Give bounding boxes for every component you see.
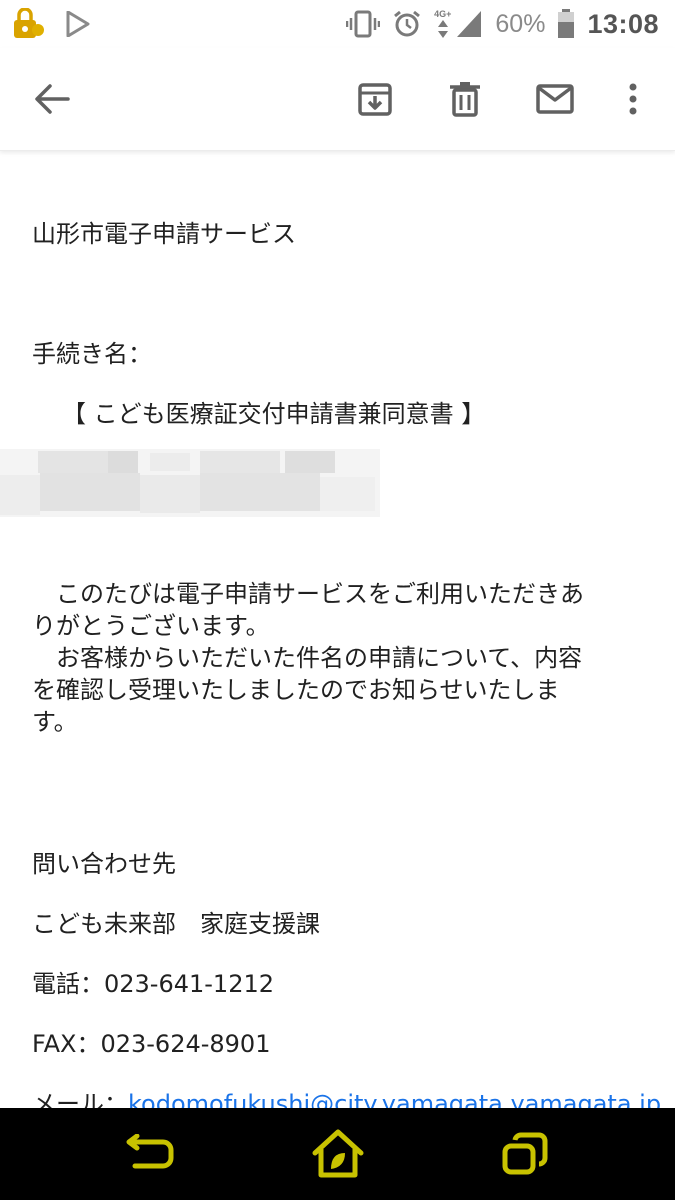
status-bar-system: 4G+ 60% 13:08 <box>346 6 659 42</box>
body-line: を確認し受理いたしましたのでお知らせいたしま <box>32 676 560 704</box>
redacted-area <box>0 449 380 517</box>
service-name: 山形市電子申請サービス <box>32 220 296 248</box>
status-bar-notifications <box>12 8 90 40</box>
nav-back-icon <box>126 1134 174 1169</box>
alarm-icon <box>392 9 422 39</box>
play-store-icon <box>66 11 90 37</box>
contact-mail: メール：kodomofukushi@city.yamagata.yamagata… <box>32 1088 661 1108</box>
email-body[interactable]: 山形市電子申請サービス 手続き名： 【 こども医療証交付申請書兼同意書 】 この… <box>0 151 675 1108</box>
contact-department: こども未来部 家庭支援課 <box>32 910 320 938</box>
mark-unread-button[interactable] <box>529 73 581 125</box>
more-vert-icon <box>629 83 637 115</box>
body-line: す。 <box>32 708 78 736</box>
data-arrows-icon <box>437 20 448 38</box>
contact-phone[interactable]: 電話：023-641-1212 <box>32 968 274 1000</box>
nav-home-button[interactable] <box>308 1126 368 1182</box>
vibrate-icon <box>346 10 381 38</box>
body-line: りがとうございます。 <box>32 612 270 640</box>
contact-fax: FAX：023-624-8901 <box>32 1030 271 1058</box>
body-line: このたびは電子申請サービスをご利用いただきあ <box>32 580 584 608</box>
network-type-label: 4G+ <box>434 9 452 19</box>
body-line: お客様からいただいた件名の申請について、内容 <box>32 644 583 672</box>
delete-button[interactable] <box>439 73 491 125</box>
nav-recents-button[interactable] <box>495 1126 555 1182</box>
trash-icon <box>450 82 480 117</box>
mail-label: メール： <box>32 1090 128 1108</box>
lock-app-icon <box>12 8 46 40</box>
back-button[interactable] <box>26 73 78 125</box>
network-signal: 4G+ <box>434 9 483 39</box>
mail-icon <box>536 84 574 114</box>
battery-icon <box>557 9 575 39</box>
nav-back-button[interactable] <box>120 1126 180 1182</box>
navigation-bar <box>0 1108 675 1200</box>
battery-percent: 60% <box>495 9 546 38</box>
signal-icon <box>457 11 482 37</box>
archive-button[interactable] <box>349 73 401 125</box>
procedure-name: 【 こども医療証交付申請書兼同意書 】 <box>62 400 486 428</box>
nav-recents-icon <box>502 1132 548 1175</box>
mail-address-link[interactable]: kodomofukushi@city.yamagata.yamagata.jp <box>128 1090 661 1108</box>
email-toolbar <box>0 48 675 151</box>
nav-home-icon <box>312 1129 364 1178</box>
status-clock: 13:08 <box>587 8 659 39</box>
procedure-label: 手続き名： <box>32 340 152 368</box>
contact-heading: 問い合わせ先 <box>32 850 176 878</box>
more-options-button[interactable] <box>607 73 659 125</box>
arrow-back-icon <box>35 84 70 114</box>
archive-icon <box>358 83 392 116</box>
status-bar: 4G+ 60% 13:08 <box>0 0 675 48</box>
